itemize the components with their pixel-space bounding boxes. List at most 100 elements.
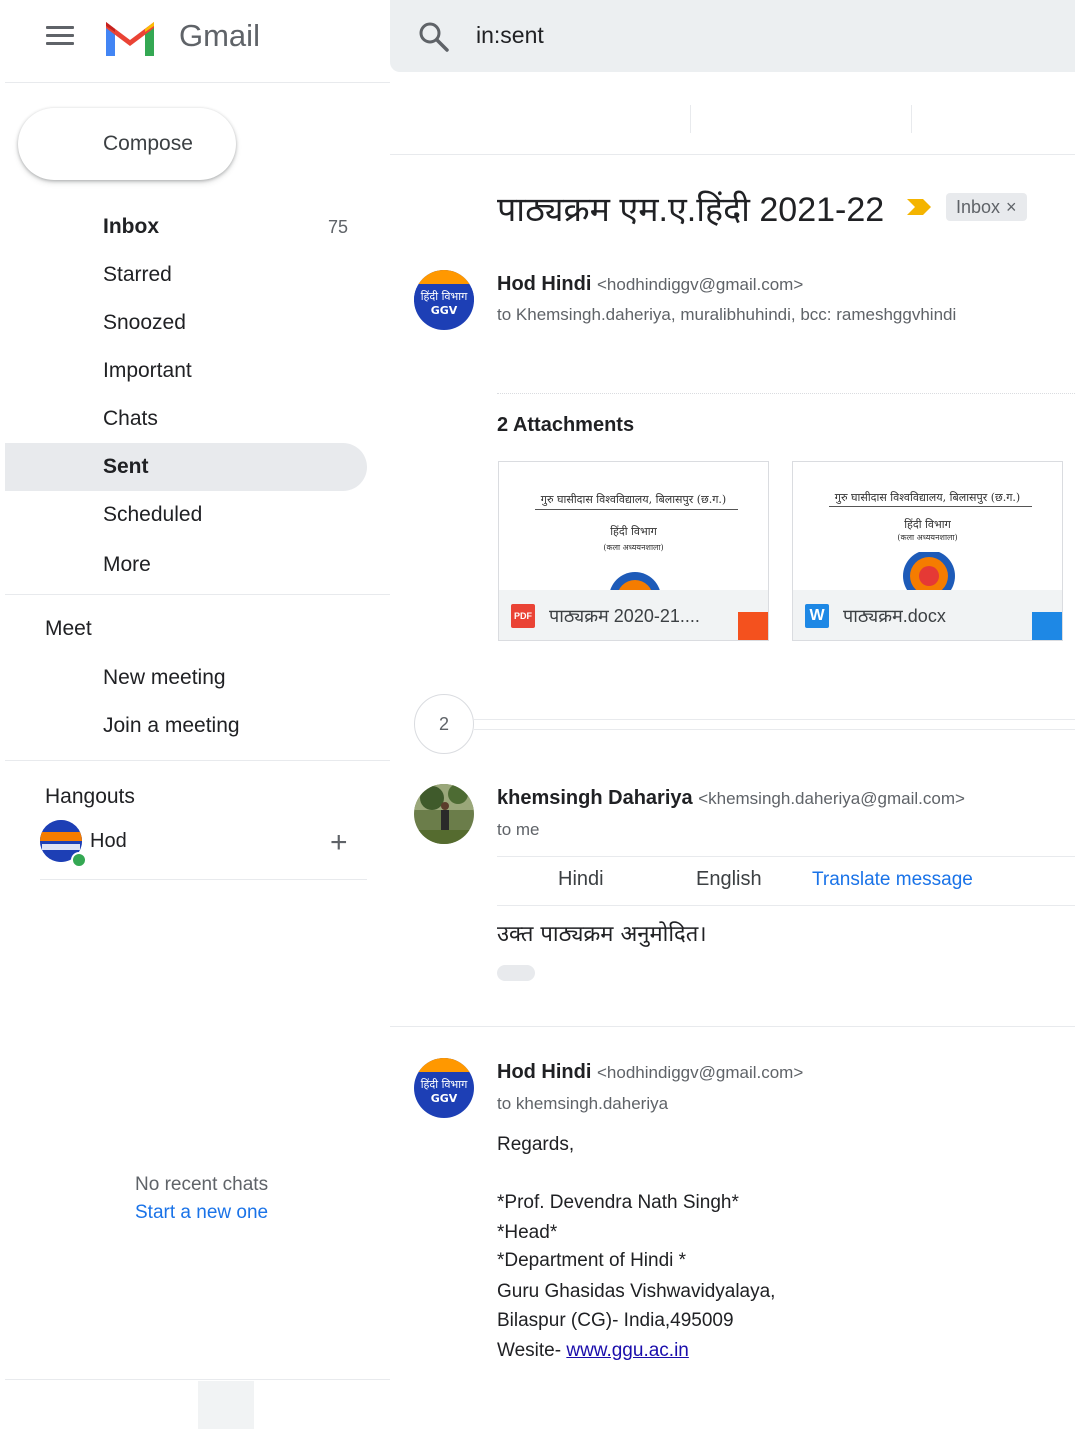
sidebar-item-label: Starred [103, 263, 172, 286]
toolbar-separator [911, 105, 912, 133]
compose-button[interactable]: Compose [18, 108, 236, 180]
sidebar-item-chats[interactable]: Chats [5, 395, 367, 443]
file-type-color-icon [738, 612, 768, 640]
message-body: उक्त पाठ्यक्रम अनुमोदित। [497, 922, 707, 947]
toolbar-separator [690, 105, 691, 133]
meet-section-title: Meet [45, 617, 92, 640]
avatar: हिंदी विभाग GGV [414, 270, 474, 330]
sender-line: Hod Hindi <hodhindiggv@gmail.com> [497, 1061, 803, 1084]
hindi-dept-logo-icon: हिंदी विभाग GGV [414, 270, 474, 330]
divider [497, 856, 1075, 857]
university-seal-icon [610, 572, 660, 590]
new-meeting-link[interactable]: New meeting [103, 666, 226, 690]
preview-dept: हिंदी विभाग [610, 525, 657, 538]
preview-sub: (कला अध्ययनशाला) [897, 533, 958, 542]
app-name: Gmail [179, 18, 260, 53]
sender-line: Hod Hindi <hodhindiggv@gmail.com> [497, 273, 803, 296]
search-input[interactable]: in:sent [476, 22, 544, 49]
divider [5, 594, 390, 595]
university-seal-icon [903, 552, 955, 590]
attachment-footer: W पाठ्यक्रम.docx [793, 590, 1062, 640]
compose-label: Compose [103, 132, 193, 155]
divider [40, 879, 367, 880]
sidebar-item-scheduled[interactable]: Scheduled [5, 491, 367, 539]
recipients-line[interactable]: to Khemsingh.daheriya, muralibhuhindi, b… [497, 305, 956, 325]
signature-line: Guru Ghasidas Vishwavidyalaya, [497, 1281, 776, 1302]
hangouts-contact-name[interactable]: Hod [90, 830, 127, 853]
search-icon[interactable] [417, 20, 451, 54]
recipients-line[interactable]: to khemsingh.daheriya [497, 1094, 668, 1114]
label-chip-text: Inbox [956, 197, 1001, 217]
svg-text:हिंदी विभाग: हिंदी विभाग [421, 1078, 468, 1091]
attachment-preview: गुरु घासीदास विश्वविद्यालय, बिलासपुर (छ.… [793, 462, 1062, 590]
divider [390, 154, 1075, 155]
attachment-card-pdf[interactable]: गुरु घासीदास विश्वविद्यालय, बिलासपुर (छ.… [498, 461, 769, 641]
sidebar-item-label: Inbox [103, 215, 159, 238]
collapsed-line [474, 729, 1075, 730]
translate-to-language[interactable]: English [696, 868, 762, 891]
website-link[interactable]: www.ggu.ac.in [566, 1340, 689, 1361]
attachment-card-docx[interactable]: गुरु घासीदास विश्वविद्यालय, बिलासपुर (छ.… [792, 461, 1063, 641]
preview-sub: (कला अध्ययनशाला) [603, 543, 664, 552]
greeting-text: Regards, [497, 1134, 575, 1155]
sidebar-item-inbox[interactable]: Inbox 75 [5, 203, 367, 251]
translate-from-language[interactable]: Hindi [558, 868, 604, 891]
sidebar-item-label: Chats [103, 407, 158, 430]
sidebar-item-important[interactable]: Important [5, 347, 367, 395]
file-type-color-icon [1032, 612, 1062, 640]
main-menu-icon[interactable] [46, 26, 74, 48]
attachment-filename: पाठ्यक्रम.docx [843, 606, 946, 626]
bottom-toolbar-button[interactable] [198, 1381, 254, 1429]
hindi-dept-logo-icon: हिंदी विभाग GGV [414, 1058, 474, 1118]
sender-line: khemsingh Dahariya <khemsingh.daheriya@g… [497, 787, 965, 810]
divider [497, 905, 1075, 906]
sender-name[interactable]: Hod Hindi [497, 273, 591, 295]
svg-text:GGV: GGV [431, 1092, 458, 1105]
website-prefix: Wesite- [497, 1340, 567, 1361]
divider [497, 393, 1075, 394]
sidebar-item-starred[interactable]: Starred [5, 251, 367, 299]
preview-header: गुरु घासीदास विश्वविद्यालय, बिलासपुर (छ.… [834, 491, 1021, 504]
remove-label-icon[interactable]: × [1006, 197, 1017, 217]
sender-name[interactable]: khemsingh Dahariya [497, 787, 693, 809]
recipients-line[interactable]: to me [497, 820, 540, 840]
attachment-preview: गुरु घासीदास विश्वविद्यालय, बिलासपुर (छ.… [499, 462, 768, 590]
important-marker-icon[interactable] [906, 197, 932, 217]
signature-line: Bilaspur (CG)- India,495009 [497, 1310, 734, 1331]
join-meeting-link[interactable]: Join a meeting [103, 714, 240, 738]
gmail-logo-icon [106, 22, 154, 56]
translate-message-link[interactable]: Translate message [812, 869, 973, 891]
avatar: हिंदी विभाग GGV [414, 1058, 474, 1118]
no-recent-chats-text: No recent chats [135, 1174, 269, 1195]
profile-photo-icon [414, 784, 474, 844]
sidebar-item-label: Scheduled [103, 503, 203, 526]
sidebar-item-more[interactable]: More [5, 541, 367, 589]
divider [5, 1379, 390, 1380]
signature-line: *Head* [497, 1222, 558, 1243]
svg-text:GGV: GGV [431, 304, 458, 317]
show-trimmed-content-button[interactable] [497, 965, 535, 981]
sidebar-item-label: More [103, 553, 151, 576]
add-chat-icon[interactable]: + [330, 828, 348, 858]
sender-email: <hodhindiggv@gmail.com> [597, 275, 804, 294]
signature-line: *Prof. Devendra Nath Singh* [497, 1192, 739, 1213]
divider [5, 82, 390, 83]
pdf-file-icon: PDF [511, 604, 535, 628]
sidebar-item-label: Important [103, 359, 192, 382]
collapsed-messages-count[interactable]: 2 [414, 694, 474, 754]
sidebar-item-snoozed[interactable]: Snoozed [5, 299, 367, 347]
start-new-chat-link[interactable]: Start a new one [135, 1202, 268, 1224]
website-line: Wesite- www.ggu.ac.in [497, 1340, 689, 1362]
word-file-icon: W [805, 604, 829, 628]
sidebar-item-label: Sent [103, 455, 149, 478]
sender-name[interactable]: Hod Hindi [497, 1061, 591, 1083]
divider [390, 1026, 1075, 1027]
online-status-icon [71, 852, 87, 868]
sender-email: <hodhindiggv@gmail.com> [597, 1063, 804, 1082]
hangouts-section-title: Hangouts [45, 785, 135, 808]
sidebar-item-sent[interactable]: Sent [5, 443, 367, 491]
unread-count: 75 [327, 217, 348, 237]
attachment-filename: पाठ्यक्रम 2020-21.... [549, 606, 700, 626]
preview-dept: हिंदी विभाग [904, 518, 951, 531]
attachment-footer: PDF पाठ्यक्रम 2020-21.... [499, 590, 768, 640]
